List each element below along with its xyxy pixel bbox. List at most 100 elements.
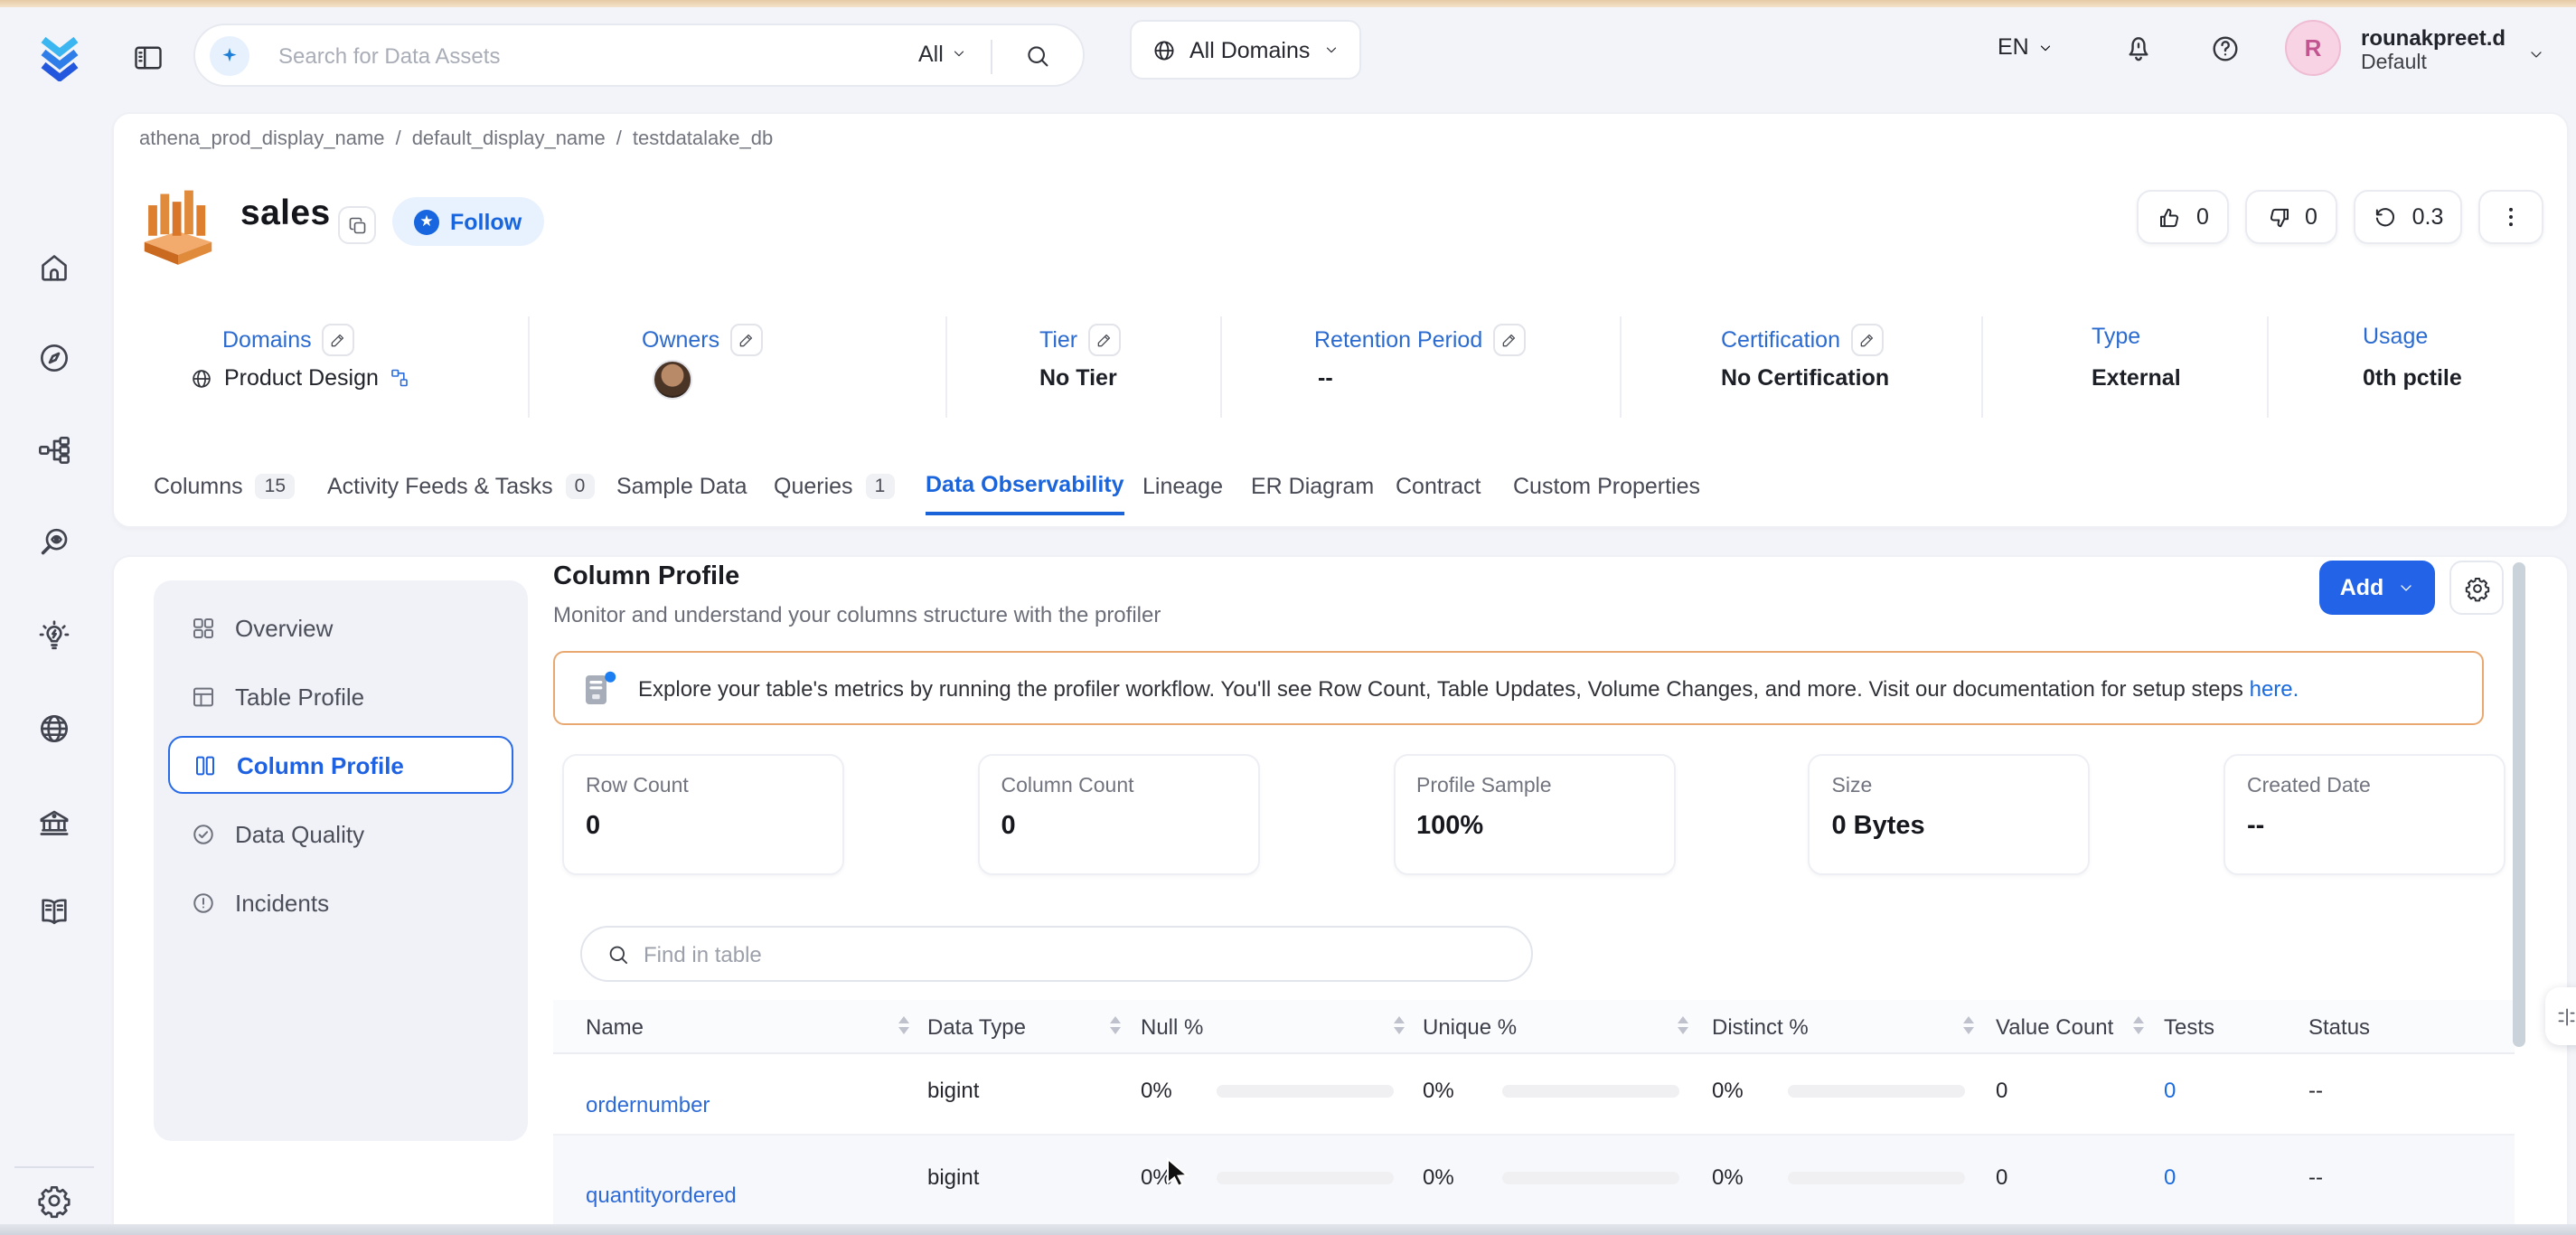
- sort-icon[interactable]: [1394, 1016, 1405, 1034]
- tab-activity-feeds[interactable]: Activity Feeds & Tasks 0: [327, 457, 595, 515]
- downvote-count: 0: [2305, 204, 2317, 230]
- header-data-type[interactable]: Data Type: [927, 1014, 1026, 1040]
- stat-card-size: Size 0 Bytes: [1808, 754, 2091, 875]
- cell-tests-link[interactable]: 0: [2164, 1078, 2176, 1103]
- header-name[interactable]: Name: [586, 1014, 644, 1040]
- tab-label: Activity Feeds & Tasks: [327, 474, 553, 499]
- rail-observability-button[interactable]: [36, 524, 72, 561]
- add-button[interactable]: Add: [2319, 561, 2435, 615]
- sort-icon[interactable]: [2133, 1016, 2144, 1034]
- cell-distinct-pct: 0%: [1712, 1078, 1744, 1103]
- column-name-link[interactable]: quantityordered: [586, 1183, 737, 1208]
- app-logo[interactable]: [34, 31, 85, 90]
- follow-button[interactable]: ★ Follow: [392, 197, 544, 246]
- rail-lineage-button[interactable]: [36, 432, 72, 468]
- question-icon: [2213, 36, 2238, 61]
- submenu-item-table-profile[interactable]: Table Profile: [168, 667, 513, 725]
- user-avatar[interactable]: R: [2285, 20, 2341, 76]
- ai-sparkle-icon[interactable]: [210, 35, 249, 75]
- submenu-label: Overview: [235, 614, 334, 641]
- rail-governance-button[interactable]: [36, 805, 72, 841]
- breadcrumb-separator: /: [616, 128, 622, 150]
- submenu-item-overview[interactable]: Overview: [168, 599, 513, 656]
- downvote-button[interactable]: 0: [2245, 190, 2337, 244]
- chevron-down-icon: [1326, 47, 1336, 53]
- stat-value: 0 Bytes: [1831, 812, 1925, 841]
- rail-settings-button[interactable]: [36, 1183, 72, 1219]
- sidebar-toggle-button[interactable]: [132, 42, 165, 74]
- header-tests[interactable]: Tests: [2164, 1014, 2214, 1040]
- version-number: 0.3: [2411, 204, 2444, 230]
- breadcrumb-link-database[interactable]: testdatalake_db: [633, 128, 773, 150]
- stat-card-row-count: Row Count 0: [562, 754, 844, 875]
- type-value: External: [2092, 365, 2181, 391]
- search-scope-dropdown[interactable]: All: [918, 41, 967, 66]
- sort-icon[interactable]: [1110, 1016, 1121, 1034]
- help-button[interactable]: [2209, 33, 2242, 65]
- edit-tier-button[interactable]: [1088, 324, 1122, 356]
- pencil-icon: [1502, 334, 1516, 347]
- user-menu-chevron[interactable]: [2527, 45, 2545, 63]
- tab-columns[interactable]: Columns 15: [154, 457, 296, 515]
- owner-avatar[interactable]: [653, 360, 692, 400]
- chevron-down-icon: [954, 51, 964, 57]
- edit-domains-button[interactable]: [322, 324, 355, 356]
- submenu-item-data-quality[interactable]: Data Quality: [168, 805, 513, 863]
- profiler-settings-button[interactable]: [2449, 561, 2504, 615]
- edit-owners-button[interactable]: [730, 324, 764, 356]
- horizontal-scrollbar[interactable]: [0, 1224, 2576, 1235]
- header-unique-pct[interactable]: Unique %: [1423, 1014, 1517, 1040]
- tab-queries[interactable]: Queries 1: [774, 457, 895, 515]
- rail-home-button[interactable]: [36, 250, 72, 286]
- rail-explore-button[interactable]: [36, 340, 72, 376]
- header-value-count[interactable]: Value Count: [1996, 1014, 2113, 1040]
- search-icon[interactable]: [1023, 41, 1052, 70]
- tab-data-observability[interactable]: Data Observability: [926, 457, 1124, 515]
- more-actions-button[interactable]: [2478, 190, 2543, 244]
- unique-pct-bar: [1502, 1085, 1679, 1097]
- global-search[interactable]: All: [193, 23, 1085, 86]
- search-input[interactable]: [278, 37, 857, 73]
- rail-glossary-button[interactable]: [36, 893, 72, 929]
- submenu-item-column-profile[interactable]: Column Profile: [168, 736, 513, 794]
- edit-certification-button[interactable]: [1851, 324, 1884, 356]
- notifications-button[interactable]: [2122, 33, 2155, 65]
- domain-name[interactable]: Product Design: [224, 365, 379, 391]
- header-status[interactable]: Status: [2308, 1014, 2370, 1040]
- banner-docs-link[interactable]: here.: [2250, 676, 2299, 702]
- tab-sample-data[interactable]: Sample Data: [616, 457, 747, 515]
- upvote-button[interactable]: 0: [2137, 190, 2229, 244]
- tab-label: Queries: [774, 474, 853, 499]
- sort-icon[interactable]: [898, 1016, 909, 1034]
- sort-icon[interactable]: [1963, 1016, 1974, 1034]
- table-search[interactable]: [580, 926, 1533, 982]
- copy-name-button[interactable]: [338, 206, 376, 244]
- breadcrumb-link-database-service[interactable]: default_display_name: [412, 128, 606, 150]
- tab-er-diagram[interactable]: ER Diagram: [1251, 457, 1374, 515]
- find-in-table-input[interactable]: [644, 938, 1493, 971]
- tab-lineage[interactable]: Lineage: [1142, 457, 1223, 515]
- side-panel-toggle-button[interactable]: [2545, 987, 2576, 1045]
- vertical-scrollbar[interactable]: [2513, 562, 2525, 1047]
- edit-retention-button[interactable]: [1493, 324, 1527, 356]
- header-distinct-pct[interactable]: Distinct %: [1712, 1014, 1809, 1040]
- breadcrumb-link-service[interactable]: athena_prod_display_name: [139, 128, 385, 150]
- language-selector[interactable]: EN: [1998, 34, 2054, 60]
- usage-value: 0th pctile: [2363, 365, 2462, 391]
- tab-label: Columns: [154, 474, 243, 499]
- unique-pct-bar: [1502, 1172, 1679, 1183]
- sort-icon[interactable]: [1678, 1016, 1688, 1034]
- tab-contract[interactable]: Contract: [1396, 457, 1481, 515]
- cell-tests-link[interactable]: 0: [2164, 1164, 2176, 1190]
- submenu-item-incidents[interactable]: Incidents: [168, 873, 513, 931]
- tab-custom-properties[interactable]: Custom Properties: [1513, 457, 1700, 515]
- stat-label: Profile Sample: [1416, 776, 1552, 797]
- column-name-link[interactable]: ordernumber: [586, 1092, 710, 1117]
- domain-value[interactable]: Product Design: [190, 365, 411, 391]
- all-domains-button[interactable]: All Domains: [1130, 20, 1361, 80]
- tab-label: ER Diagram: [1251, 474, 1375, 499]
- header-null-pct[interactable]: Null %: [1141, 1014, 1203, 1040]
- version-button[interactable]: 0.3: [2354, 190, 2462, 244]
- rail-insights-button[interactable]: [36, 618, 72, 655]
- rail-domains-button[interactable]: [36, 711, 72, 747]
